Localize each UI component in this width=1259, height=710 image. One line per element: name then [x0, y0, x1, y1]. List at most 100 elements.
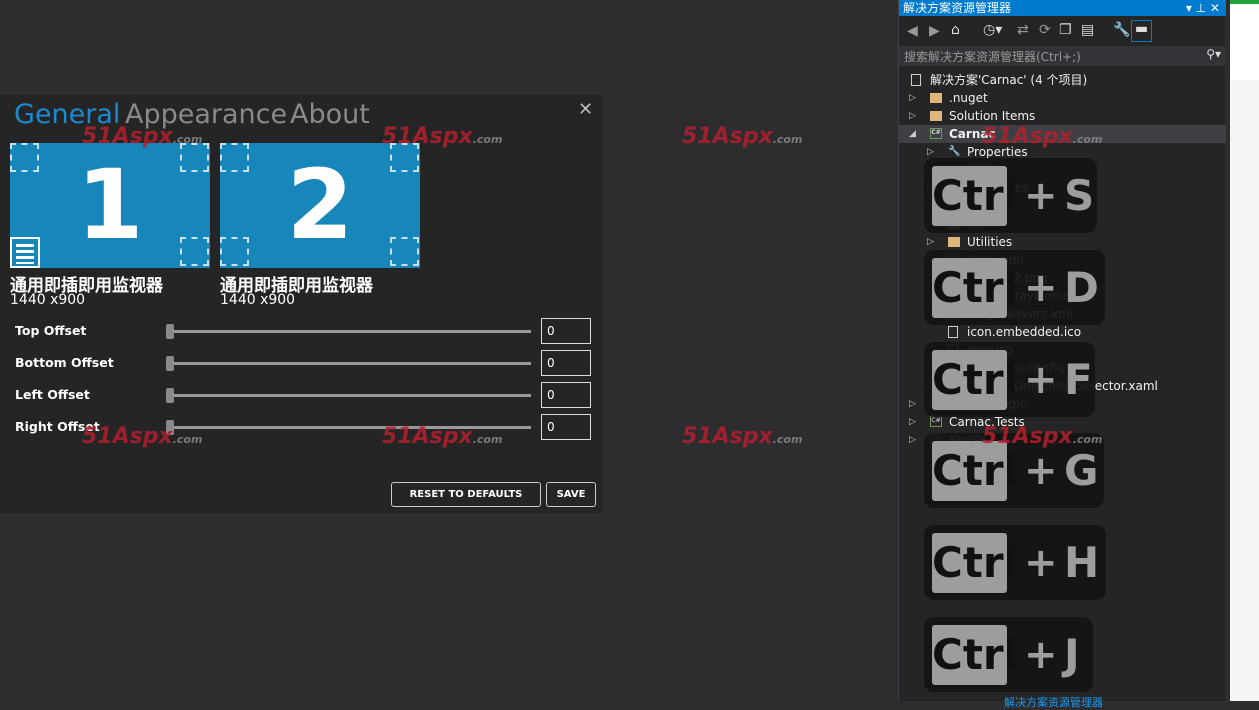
- slider-thumb[interactable]: [166, 388, 174, 403]
- csproj-icon: C#: [930, 416, 942, 427]
- search-input[interactable]: 搜索解决方案资源管理器(Ctrl+;) ⚲▾: [899, 46, 1226, 66]
- offset-label: Left Offset: [15, 387, 90, 402]
- monitor-2[interactable]: 2: [220, 143, 420, 268]
- wrench-icon: 🔧: [948, 146, 961, 157]
- slider-thumb[interactable]: [166, 420, 174, 435]
- offset-slider[interactable]: [170, 394, 531, 397]
- sync-icon[interactable]: ⇄: [1017, 22, 1029, 38]
- keystroke-overlay: Ctrl + D: [924, 250, 1105, 325]
- plus-sign: +: [1024, 173, 1058, 219]
- plus-sign: +: [1024, 632, 1058, 678]
- window-controls[interactable]: ▾ ⊥ ✕: [1186, 0, 1220, 16]
- expand-arrow-icon[interactable]: ▷: [909, 413, 916, 431]
- dock-corner[interactable]: [390, 143, 419, 172]
- reset-to-defaults-button[interactable]: RESET TO DEFAULTS: [391, 482, 541, 507]
- monitor-resolution: 1440 x900: [10, 292, 86, 308]
- preview-icon[interactable]: ▬: [1131, 20, 1152, 42]
- solution-explorer-title: 解决方案资源管理器 ▾ ⊥ ✕: [899, 0, 1226, 16]
- toolbar: ◀ ▶ ⌂ ◷▾ ⇄ ⟳ ❐ ▤ 🔧 ▬: [899, 18, 1226, 46]
- tab-appearance[interactable]: Appearance: [125, 99, 287, 130]
- tree-item-label: .nuget: [949, 91, 988, 105]
- watermark-logo: 51Aspx.com: [682, 124, 803, 149]
- show-all-files-icon[interactable]: ▤: [1081, 22, 1094, 38]
- close-icon[interactable]: ✕: [578, 99, 593, 120]
- properties-wrench-icon[interactable]: 🔧: [1113, 22, 1130, 38]
- side-panel-lower: [1230, 80, 1259, 701]
- offset-input[interactable]: 0: [541, 382, 591, 408]
- modifier-key: Ctrl: [932, 350, 1018, 410]
- key-letter: J: [1064, 630, 1080, 679]
- slider-thumb[interactable]: [166, 324, 174, 339]
- plus-sign: +: [1024, 448, 1058, 494]
- dock-corner[interactable]: [180, 237, 209, 266]
- refresh-icon[interactable]: ⟳: [1039, 22, 1051, 38]
- search-icon[interactable]: ⚲▾: [1206, 47, 1221, 61]
- expand-arrow-icon[interactable]: ▷: [909, 107, 916, 125]
- tree-item-label: Utilities: [967, 235, 1013, 249]
- tree-item[interactable]: ◢ C# Carnac: [899, 125, 1226, 143]
- tree-item[interactable]: ▷ Utilities: [899, 233, 1226, 251]
- home-icon[interactable]: ⌂: [951, 22, 960, 38]
- keystroke-overlay: Ctrl + G: [924, 433, 1104, 508]
- keystroke-overlay: Ctrl + J: [924, 617, 1093, 692]
- folder-icon: [930, 111, 942, 121]
- offset-slider[interactable]: [170, 362, 531, 365]
- search-placeholder: 搜索解决方案资源管理器(Ctrl+;): [904, 50, 1081, 64]
- tab-general[interactable]: General: [14, 99, 120, 130]
- expand-arrow-icon[interactable]: ▷: [909, 431, 916, 449]
- keystroke-overlay: Ctrl + H: [924, 525, 1106, 600]
- forward-icon[interactable]: ▶: [929, 23, 940, 39]
- csproj-icon: C#: [930, 128, 942, 139]
- monitor-1[interactable]: 1: [10, 143, 210, 268]
- history-icon[interactable]: ◷▾: [983, 22, 1002, 38]
- slider-thumb[interactable]: [166, 356, 174, 371]
- tab-about[interactable]: About: [290, 99, 370, 130]
- expand-arrow-icon[interactable]: ▷: [909, 395, 916, 413]
- keystroke-overlay: Ctrl + F: [924, 342, 1095, 417]
- file-icon: [948, 326, 958, 338]
- modifier-key: Ctrl: [932, 166, 1018, 226]
- keystroke-overlay: Ctrl + S: [924, 158, 1097, 233]
- expand-arrow-icon[interactable]: ▷: [927, 233, 934, 251]
- collapse-all-icon[interactable]: ❐: [1059, 22, 1072, 38]
- offset-label: Right Offset: [15, 419, 100, 434]
- plus-sign: +: [1024, 540, 1058, 586]
- plus-sign: +: [1024, 265, 1058, 311]
- modifier-key: Ctrl: [932, 533, 1018, 593]
- watermark-logo: 51Aspx.com: [682, 424, 803, 449]
- key-letter: F: [1064, 355, 1093, 404]
- monitor-resolution: 1440 x900: [220, 292, 296, 308]
- dock-corner[interactable]: [390, 237, 419, 266]
- key-letter: H: [1064, 538, 1100, 587]
- back-icon[interactable]: ◀: [907, 23, 918, 39]
- dock-corner[interactable]: [220, 143, 249, 172]
- tree-item-label: Solution Items: [949, 109, 1036, 123]
- offset-slider[interactable]: [170, 426, 531, 429]
- key-letter: S: [1064, 171, 1095, 220]
- tree-item-label: 解决方案'Carnac' (4 个项目): [930, 73, 1088, 87]
- key-letter: G: [1064, 446, 1099, 495]
- tree-item[interactable]: icon.embedded.ico: [899, 323, 1226, 341]
- modifier-key: Ctrl: [932, 441, 1018, 501]
- dock-corner[interactable]: [10, 143, 39, 172]
- bottom-tab-solution-explorer[interactable]: 解决方案资源管理器: [1004, 694, 1103, 710]
- taskbar-icon: [10, 237, 40, 268]
- tree-item[interactable]: 解决方案'Carnac' (4 个项目): [899, 71, 1226, 89]
- modifier-key: Ctrl: [932, 625, 1018, 685]
- settings-dialog: General Appearance About ✕ 1 通用即插即用监视器 144…: [0, 95, 602, 513]
- dock-corner[interactable]: [180, 143, 209, 172]
- offset-input[interactable]: 0: [541, 350, 591, 376]
- plus-sign: +: [1024, 357, 1058, 403]
- tree-item-label: icon.embedded.ico: [967, 325, 1082, 339]
- tree-item[interactable]: ▷ Solution Items: [899, 107, 1226, 125]
- key-letter: D: [1064, 263, 1099, 312]
- offset-input[interactable]: 0: [541, 414, 591, 440]
- expand-arrow-icon[interactable]: ▷: [909, 89, 916, 107]
- save-button[interactable]: SAVE: [546, 482, 596, 507]
- expanded-arrow-icon[interactable]: ◢: [909, 125, 916, 143]
- folder-icon: [948, 237, 960, 247]
- offset-input[interactable]: 0: [541, 318, 591, 344]
- dock-corner[interactable]: [220, 237, 249, 266]
- offset-slider[interactable]: [170, 330, 531, 333]
- tree-item[interactable]: ▷ .nuget: [899, 89, 1226, 107]
